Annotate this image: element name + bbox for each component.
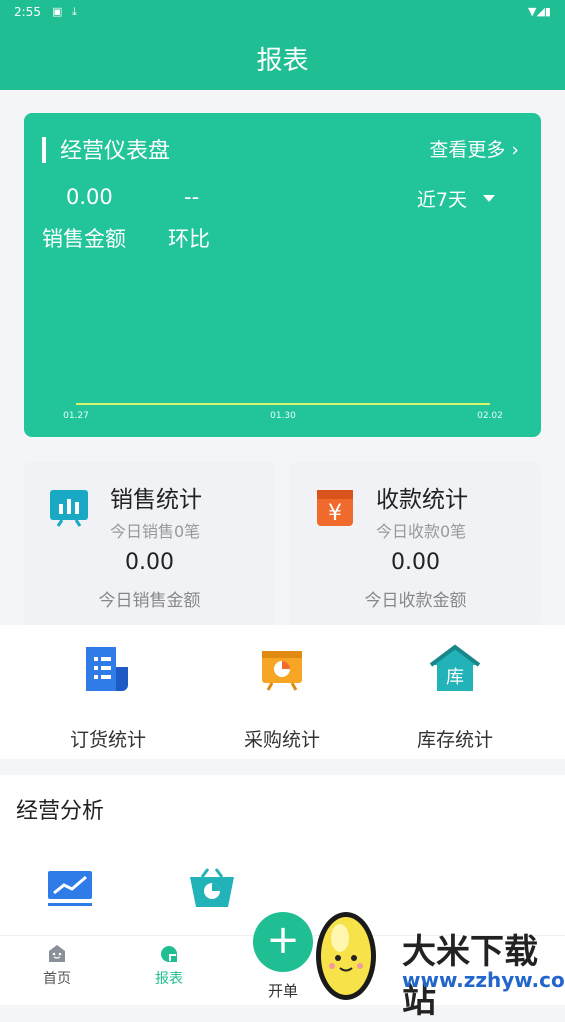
- period-value: 近7天: [416, 189, 467, 211]
- tab-home-label: 首页: [43, 971, 71, 987]
- svg-text:¥: ¥: [328, 501, 342, 526]
- sales-stats-title: 销售统计: [110, 487, 202, 513]
- order-stats-button[interactable]: 订货统计: [14, 643, 202, 752]
- watermark-url: www.zzhyw.com: [402, 968, 565, 992]
- header: 报表: [0, 24, 565, 90]
- receipt-amount: 0.00: [391, 550, 440, 575]
- purchase-icon: [262, 651, 302, 691]
- dashboard-card[interactable]: 经营仪表盘 查看更多 › 0.00 -- 销售金额 环比 近7天 01.27 01…: [24, 113, 541, 437]
- sales-count: 今日销售0笔: [110, 522, 201, 541]
- rice-mascot-logo: [316, 912, 376, 1000]
- purchase-stats-label: 采购统计: [243, 729, 320, 751]
- order-stats-label: 订货统计: [69, 729, 146, 751]
- receipt-amount-label: 今日收款金额: [364, 591, 467, 611]
- report-icon: [161, 946, 177, 962]
- status-time: 2:55: [14, 5, 41, 19]
- sales-amount-label: 今日销售金额: [98, 591, 201, 611]
- chevron-down-icon: [483, 195, 495, 202]
- see-more-link[interactable]: 查看更多 ›: [429, 135, 519, 162]
- sales-chart-icon: [50, 490, 88, 527]
- status-bar: 2:55 ▣ ⤓ ▼◢▮: [0, 0, 565, 24]
- compare-label: 环比: [168, 227, 210, 251]
- battery-icon: ▼◢▮: [528, 5, 551, 18]
- purchase-stats-button[interactable]: 采购统计: [188, 643, 376, 752]
- title-accent-bar: [42, 137, 46, 163]
- compare-value: --: [184, 185, 200, 209]
- tab-report[interactable]: 报表: [152, 942, 186, 988]
- receipt-stats-title: 收款统计: [376, 487, 468, 513]
- sales-stats-card[interactable]: 销售统计 今日销售0笔 0.00 今日销售金额: [24, 462, 275, 625]
- x-tick-label: 01.27: [63, 411, 89, 421]
- sales-label: 销售金额: [42, 227, 126, 251]
- period-select[interactable]: 近7天: [405, 185, 495, 215]
- analysis-title: 经营分析: [16, 799, 105, 824]
- svg-text:库: 库: [446, 667, 464, 688]
- sales-line-chart: 01.27 01.30 02.02: [63, 403, 503, 421]
- inventory-stats-label: 库存统计: [416, 729, 493, 751]
- receipt-stats-card[interactable]: ¥ 收款统计 今日收款0笔 0.00 今日收款金额: [290, 462, 541, 625]
- basket-icon[interactable]: [188, 867, 236, 909]
- sales-value: 0.00: [66, 185, 113, 209]
- yen-icon: ¥: [317, 490, 353, 526]
- tab-home[interactable]: 首页: [40, 942, 74, 988]
- x-tick-label: 02.02: [477, 411, 503, 421]
- download-icon: ⤓: [72, 5, 77, 18]
- x-tick-label: 01.30: [270, 411, 296, 421]
- home-icon: [49, 945, 65, 962]
- notification-icon: ▣: [52, 5, 63, 18]
- quick-stats-row: 订货统计 采购统计 库 库存统计: [0, 625, 565, 759]
- sales-amount: 0.00: [125, 550, 174, 575]
- plus-icon: +: [266, 917, 300, 963]
- trend-chart-icon[interactable]: [46, 869, 94, 909]
- inventory-stats-button[interactable]: 库 库存统计: [361, 643, 549, 752]
- create-order-label: 开单: [267, 982, 298, 1000]
- warehouse-icon: 库: [429, 644, 481, 691]
- receipt-count: 今日收款0笔: [376, 522, 467, 541]
- tab-report-label: 报表: [155, 971, 183, 987]
- create-order-button[interactable]: +: [253, 912, 313, 972]
- page-title: 报表: [256, 46, 309, 76]
- order-list-icon: [86, 647, 128, 691]
- dashboard-title: 经营仪表盘: [60, 139, 171, 164]
- watermark: 大米下载站 www.zzhyw.com: [310, 904, 565, 1021]
